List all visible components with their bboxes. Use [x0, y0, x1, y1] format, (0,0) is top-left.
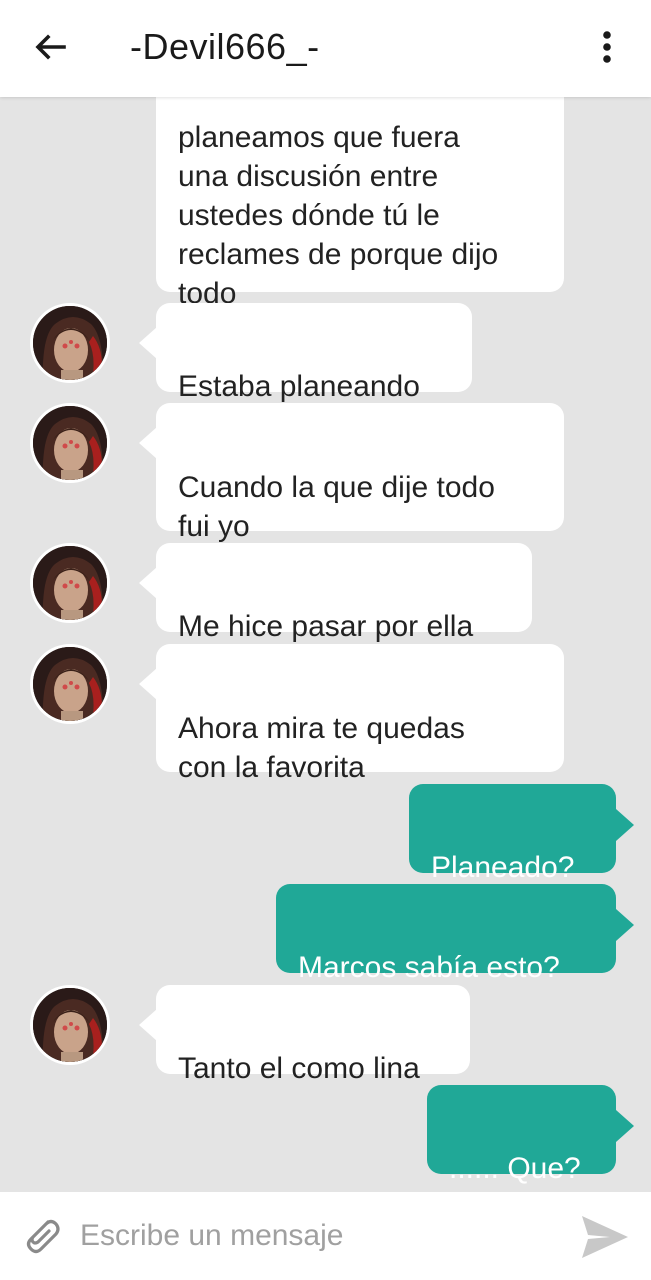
avatar[interactable]: [30, 644, 110, 724]
bubble-tail: [616, 909, 634, 941]
avatar[interactable]: [30, 303, 110, 383]
bubble-tail: [139, 427, 157, 459]
message-text: Ahora mira te quedas con la favorita: [178, 712, 465, 784]
bubble-tail: [616, 1110, 634, 1142]
send-icon: [582, 1216, 628, 1258]
avatar-image: [33, 306, 107, 380]
message-text: ...... Que?: [449, 1152, 581, 1185]
bubble-tail: [616, 809, 634, 841]
incoming-message: planeamos que fuera una discusión entre …: [156, 97, 564, 310]
more-options-button[interactable]: [592, 28, 622, 68]
avatar-image: [33, 546, 107, 620]
more-vertical-icon: [603, 31, 611, 63]
message-text: Tanto el como lina: [178, 1052, 420, 1085]
message-text: planeamos que fuera una discusión entre …: [178, 121, 499, 310]
outgoing-message: Planeado?: [409, 784, 616, 884]
avatar[interactable]: [30, 543, 110, 623]
incoming-message: Cuando la que dije todo fui yo: [156, 403, 564, 543]
incoming-message: Tanto el como lina: [156, 985, 470, 1085]
avatar[interactable]: [30, 403, 110, 483]
message-text: Marcos sabía esto?: [298, 951, 560, 984]
back-button[interactable]: [30, 28, 70, 68]
bubble-tail: [139, 668, 157, 700]
incoming-message: Me hice pasar por ella: [156, 543, 532, 643]
message-composer: [0, 1192, 651, 1280]
outgoing-message: ...... Que?: [427, 1085, 616, 1185]
bubble-tail: [139, 1009, 157, 1041]
avatar-image: [33, 988, 107, 1062]
message-text: Cuando la que dije todo fui yo: [178, 471, 495, 543]
message-list[interactable]: planeamos que fuera una discusión entre …: [0, 97, 651, 1192]
send-button[interactable]: [578, 1212, 632, 1262]
message-input[interactable]: [80, 1214, 550, 1258]
outgoing-message: Marcos sabía esto?: [276, 884, 616, 984]
message-text: Me hice pasar por ella: [178, 610, 474, 643]
bubble-tail: [139, 327, 157, 359]
avatar-image: [33, 406, 107, 480]
chat-title: -Devil666_-: [130, 26, 320, 67]
avatar-image: [33, 647, 107, 721]
message-text: Planeado?: [431, 851, 575, 884]
message-text: Estaba planeando: [178, 370, 420, 403]
incoming-message: Estaba planeando: [156, 303, 472, 403]
incoming-message: Ahora mira te quedas con la favorita: [156, 644, 564, 784]
bubble-tail: [139, 567, 157, 599]
avatar[interactable]: [30, 985, 110, 1065]
chat-header: -Devil666_-: [0, 0, 651, 97]
arrow-left-icon: [35, 34, 66, 60]
attach-button[interactable]: [18, 1212, 64, 1258]
paperclip-icon: [26, 1219, 60, 1254]
